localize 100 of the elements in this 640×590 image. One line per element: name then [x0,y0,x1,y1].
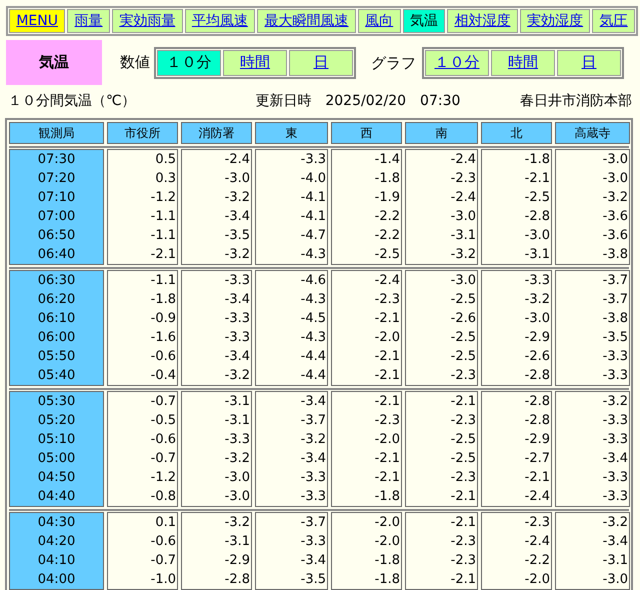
temperature-value: -1.8 [374,552,400,570]
temperature-value: -2.8 [524,412,550,430]
temperature-value: -3.0 [524,227,550,245]
temperature-value: -2.1 [374,469,400,487]
temperature-value: -2.2 [524,552,550,570]
temperature-value: -4.4 [300,367,326,385]
option-tab[interactable]: 日 [289,50,353,76]
temperature-value: -2.4 [524,488,550,506]
temperature-value: -2.8 [524,208,550,226]
temperature-value: -0.9 [150,310,176,328]
temperature-value: -3.2 [224,367,250,385]
temperature-value: -2.3 [450,170,476,188]
temperature-value: -2.6 [524,348,550,366]
temperature-value: -2.1 [374,450,400,468]
time-text: 06:20 [38,291,76,309]
temperature-value: -2.1 [374,348,400,366]
temperature-value: -2.1 [450,393,476,411]
temperature-value: -0.7 [150,552,176,570]
nav-tab[interactable]: 実効湿度 [520,9,590,33]
temperature-value: -2.3 [374,291,400,309]
temperature-value: -2.5 [374,246,400,264]
temperature-value: -2.4 [524,533,550,551]
temperature-value: -0.4 [150,367,176,385]
temperature-value: -3.2 [224,189,250,207]
nav-tab[interactable]: MENU [9,9,66,33]
nav-tab[interactable]: 気温 [402,9,446,33]
temperature-value: -3.2 [224,450,250,468]
column-header: 西 [331,122,402,144]
temperature-value: -3.2 [602,393,628,411]
nav-tab[interactable]: 風向 [358,9,400,33]
temperature-value: -3.3 [602,348,628,366]
temperature-value: -2.4 [224,151,250,169]
temperature-value: -2.4 [374,272,400,290]
column-header: 南 [405,122,478,144]
temperature-value: -1.1 [150,208,176,226]
page-title: 気温 [6,40,102,85]
temperature-value: -1.8 [374,571,400,589]
nav-tab[interactable]: 平均風速 [184,9,256,33]
temperature-value: -3.7 [300,412,326,430]
time-text: 05:40 [38,367,76,385]
temperature-value: -2.0 [374,533,400,551]
temperature-value: -3.5 [602,329,628,347]
nav-tab[interactable]: 最大瞬間風速 [257,9,356,33]
temperature-value: -3.4 [224,291,250,309]
temperature-value: -4.3 [300,246,326,264]
temperature-value: -3.7 [602,291,628,309]
temperature-value: -3.4 [602,533,628,551]
option-tab[interactable]: １０分 [425,50,489,76]
temperature-value: -2.5 [450,348,476,366]
temperature-value: -0.6 [150,431,176,449]
table-title: １０分間気温（℃） [8,92,136,111]
temperature-value: -3.3 [300,469,326,487]
temperature-value: -2.3 [524,514,550,532]
temperature-value: -2.3 [450,552,476,570]
temperature-value: 0.3 [155,170,176,188]
temperature-value: -3.3 [300,533,326,551]
temperature-value: -3.0 [602,170,628,188]
temperature-value: -3.2 [300,431,326,449]
time-text: 05:00 [38,450,76,468]
temperature-value: -2.4 [450,189,476,207]
temperature-value: -3.3 [602,469,628,487]
option-tab[interactable]: 時間 [223,50,287,76]
time-text: 06:30 [38,272,76,290]
temperature-value: -2.6 [450,310,476,328]
option-tab[interactable]: 日 [557,50,621,76]
column-header: 消防署 [181,122,252,144]
time-text: 07:00 [38,208,76,226]
temperature-value: -2.1 [374,393,400,411]
temperature-value: -1.8 [524,151,550,169]
temperature-value: -2.1 [524,469,550,487]
option-tab[interactable]: １０分 [157,50,221,76]
temperature-value: -2.3 [450,533,476,551]
temperature-value: -2.2 [374,208,400,226]
nav-tab[interactable]: 相対湿度 [447,9,518,33]
temperature-value: -3.2 [224,246,250,264]
temperature-value: -3.4 [602,450,628,468]
temperature-value: -2.9 [524,329,550,347]
option-tab[interactable]: 時間 [491,50,555,76]
temperature-value: -3.0 [602,151,628,169]
nav-tab[interactable]: 雨量 [67,9,110,33]
graph-label: グラフ [370,52,416,74]
column-header: 高蔵寺 [555,122,630,144]
time-text: 06:10 [38,310,76,328]
temperature-value: -1.6 [150,329,176,347]
temperature-value: -3.4 [300,552,326,570]
temperature-value: -2.5 [450,291,476,309]
temperature-value: -4.4 [300,348,326,366]
temperature-value: -2.2 [374,227,400,245]
time-text: 05:50 [38,348,76,366]
nav-tab[interactable]: 実効雨量 [112,9,183,33]
temperature-value: -3.2 [524,291,550,309]
time-text: 06:00 [38,329,76,347]
temperature-value: -3.3 [224,431,250,449]
temperature-value: -3.4 [224,348,250,366]
temperature-value: -3.4 [300,393,326,411]
temperature-value: -1.2 [150,189,176,207]
temperature-value: -2.7 [524,450,550,468]
temperature-value: -3.0 [450,272,476,290]
nav-tab[interactable]: 気圧 [592,9,636,33]
temperature-value: -0.6 [150,348,176,366]
